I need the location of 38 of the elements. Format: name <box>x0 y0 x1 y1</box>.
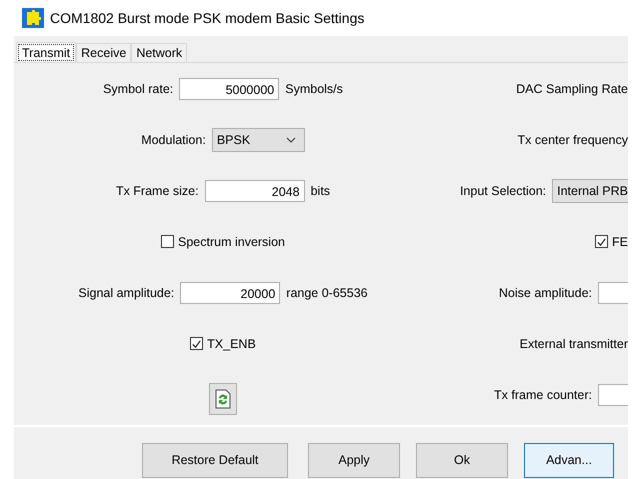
tab[interactable]: Transmit <box>16 42 76 63</box>
field-label: Tx Frame size: <box>116 184 199 198</box>
checkbox[interactable] <box>190 337 204 350</box>
dialog-button[interactable]: Advan... <box>524 442 614 478</box>
unit-label: bits <box>310 184 330 198</box>
refresh-button[interactable] <box>209 382 237 414</box>
puzzle-icon <box>22 8 44 28</box>
window-title: COM1802 Burst mode PSK modem Basic Settings <box>50 10 364 26</box>
field-label: Input Selection: <box>460 184 546 198</box>
label: Tx center frequency <box>518 132 628 146</box>
field-label: Tx frame counter: <box>494 388 592 402</box>
input-field[interactable]: 5000000 <box>179 78 280 100</box>
checkbox[interactable] <box>595 235 608 248</box>
input-field[interactable]: 2048 <box>204 180 305 202</box>
field-label: Modulation: <box>141 132 206 146</box>
checkbox[interactable] <box>161 235 174 248</box>
dialog-button[interactable]: Apply <box>308 442 400 478</box>
label: DAC Sampling Rate <box>516 82 628 96</box>
unit-label: range 0-65536 <box>286 286 368 300</box>
checkbox-label: TX_ENB <box>207 336 256 350</box>
dialog-button[interactable]: Restore Default <box>142 442 288 478</box>
input-field[interactable] <box>598 282 628 304</box>
field-label: Signal amplitude: <box>78 286 174 300</box>
checkbox-label: Spectrum inversion <box>178 234 285 248</box>
dropdown[interactable]: BPSK <box>212 128 305 152</box>
checkbox-label: FE <box>612 234 628 248</box>
dialog-button[interactable]: Ok <box>416 442 508 478</box>
unit-label: Symbols/s <box>285 82 343 96</box>
refresh-icon <box>215 388 231 408</box>
input-field[interactable] <box>598 384 628 406</box>
tab[interactable]: Network <box>131 43 188 62</box>
input-field[interactable]: 20000 <box>180 282 280 304</box>
label: External transmitter <box>520 336 628 350</box>
caret-icon <box>286 136 296 142</box>
dropdown[interactable]: Internal PRB <box>552 178 628 202</box>
tab[interactable]: Receive <box>76 43 132 62</box>
field-label: Symbol rate: <box>103 82 174 96</box>
field-label: Noise amplitude: <box>498 286 592 300</box>
